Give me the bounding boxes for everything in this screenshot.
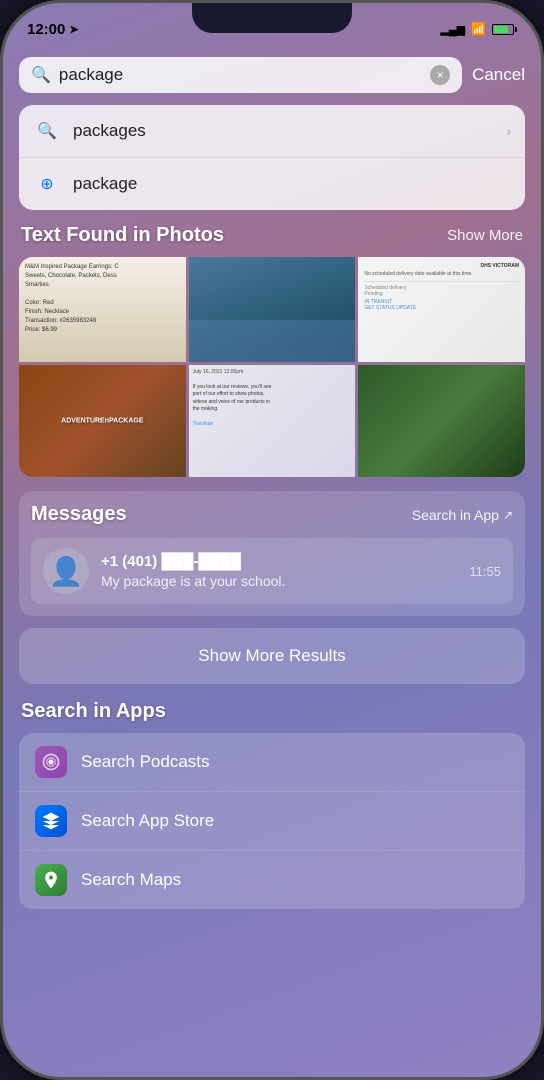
time-display: 12:00 <box>27 21 65 38</box>
wifi-icon: 📶 <box>471 22 486 36</box>
external-link-icon: ↗ <box>503 508 513 522</box>
photo-cell-3: DHS VICTORAM No scheduled delivery date … <box>358 257 525 362</box>
photo-cell-6 <box>358 365 525 478</box>
appstore-icon <box>35 805 67 837</box>
podcasts-icon <box>35 746 67 778</box>
message-row[interactable]: 👤 +1 (401) ███-████ My package is at you… <box>31 538 513 604</box>
search-suggestion-icon: 🔍 <box>33 117 61 145</box>
show-more-label: Show More Results <box>198 646 345 665</box>
main-content: 🔍 package × Cancel 🔍 packages › ⊕ pack <box>3 47 541 1077</box>
phone-screen: 12:00 ➤ ▂▄▆ 📶 🔍 package <box>3 3 541 1077</box>
photo-text-overlay-1: M&M Inspired Package Earrings: CSweets, … <box>25 263 180 335</box>
search-in-apps-title: Search in Apps <box>19 700 525 723</box>
message-sender: +1 (401) ███-████ <box>101 553 457 570</box>
photo-cell-5: July 16, 2021 12:00pm If you look at our… <box>189 365 356 478</box>
search-bar: 🔍 package × Cancel <box>19 57 525 93</box>
search-in-apps-section: Search in Apps Search Podcasts <box>19 700 525 909</box>
photos-section-title: Text Found in Photos <box>21 224 224 247</box>
search-maps-button[interactable]: Search Maps <box>19 851 525 909</box>
search-appstore-label: Search App Store <box>81 811 214 831</box>
status-icons: ▂▄▆ 📶 <box>440 22 517 36</box>
show-more-results-button[interactable]: Show More Results <box>19 628 525 684</box>
suggestion-item-packages[interactable]: 🔍 packages › <box>19 105 525 158</box>
safari-suggestion-icon: ⊕ <box>33 170 61 198</box>
search-appstore-button[interactable]: Search App Store <box>19 792 525 851</box>
message-preview: My package is at your school. <box>101 573 457 589</box>
message-time: 11:55 <box>469 564 501 579</box>
search-maps-label: Search Maps <box>81 870 181 890</box>
delivery-header: DHS VICTORAM <box>364 263 519 269</box>
search-input-container[interactable]: 🔍 package × <box>19 57 462 93</box>
photos-show-more-button[interactable]: Show More <box>447 227 523 244</box>
suggestions-list: 🔍 packages › ⊕ package <box>19 105 525 210</box>
photos-grid[interactable]: M&M Inspired Package Earrings: CSweets, … <box>19 257 525 477</box>
suggestion-text-package: package <box>73 174 511 194</box>
photo-text-overlay-5: July 16, 2021 12:00pm If you look at our… <box>193 369 352 429</box>
delivery-status: Scheduled deliveryPending IN TRANSITGET … <box>364 281 519 311</box>
messages-header: Messages Search in App ↗ <box>31 503 513 526</box>
message-content: +1 (401) ███-████ My package is at your … <box>101 553 457 589</box>
maps-icon <box>35 864 67 896</box>
messages-search-in-app-button[interactable]: Search in App ↗ <box>412 507 513 523</box>
cancel-button[interactable]: Cancel <box>472 65 525 85</box>
suggestion-arrow-icon: › <box>506 123 511 139</box>
avatar: 👤 <box>43 548 89 594</box>
phone-frame: 12:00 ➤ ▂▄▆ 📶 🔍 package <box>0 0 544 1080</box>
app-search-list: Search Podcasts Search App Store <box>19 733 525 909</box>
search-podcasts-label: Search Podcasts <box>81 752 210 772</box>
messages-section: Messages Search in App ↗ 👤 +1 (401) ███-… <box>19 491 525 616</box>
suggestion-text-packages: packages <box>73 121 494 141</box>
contact-icon: 👤 <box>49 555 84 588</box>
messages-title: Messages <box>31 503 127 526</box>
delivery-text: No scheduled delivery date available at … <box>364 271 519 277</box>
location-icon: ➤ <box>69 23 78 36</box>
volume-up-button <box>0 203 2 253</box>
search-query-text: package <box>59 65 422 85</box>
signal-icon: ▂▄▆ <box>440 23 465 36</box>
suggestion-item-package[interactable]: ⊕ package <box>19 158 525 210</box>
search-icon: 🔍 <box>31 65 51 85</box>
search-podcasts-button[interactable]: Search Podcasts <box>19 733 525 792</box>
photo-cell-4 <box>19 365 186 478</box>
status-time: 12:00 ➤ <box>27 21 79 38</box>
photo-cell-1: M&M Inspired Package Earrings: CSweets, … <box>19 257 186 362</box>
clear-search-button[interactable]: × <box>430 65 450 85</box>
photo-cell-2 <box>189 257 356 362</box>
volume-down-button <box>0 268 2 318</box>
battery-icon <box>492 24 517 35</box>
notch <box>192 3 352 33</box>
photos-section-header: Text Found in Photos Show More <box>19 224 525 247</box>
